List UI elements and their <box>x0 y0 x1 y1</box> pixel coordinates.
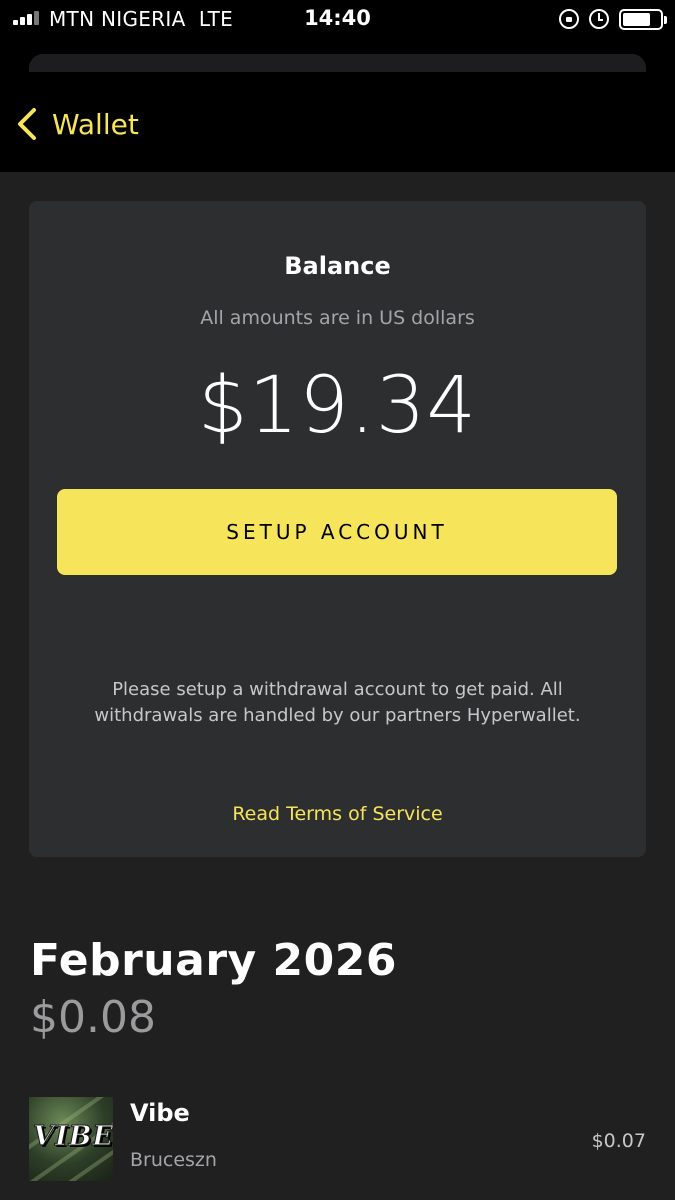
balance-card: Balance All amounts are in US dollars $1… <box>29 201 646 857</box>
month-title: February 2026 <box>30 935 397 986</box>
battery-icon <box>619 8 667 30</box>
status-icons <box>559 7 667 31</box>
balance-amount: $19.34 <box>198 361 477 451</box>
back-button[interactable]: Wallet <box>14 102 139 146</box>
track-artist: Bruceszn <box>130 1149 217 1171</box>
track-cover-image: VIBE <box>29 1097 113 1181</box>
terms-of-service-link[interactable]: Read Terms of Service <box>29 803 646 825</box>
rotation-lock-icon <box>559 9 579 29</box>
list-item[interactable]: VIBE Vibe Bruceszn $0.07 <box>29 1097 646 1181</box>
month-total: $0.08 <box>30 992 156 1043</box>
back-label: Wallet <box>52 107 139 141</box>
setup-account-button[interactable]: SETUP ACCOUNT <box>57 489 617 575</box>
sheet-edge <box>29 54 646 72</box>
navigation-bar: Wallet <box>0 38 675 172</box>
track-earning-amount: $0.07 <box>591 1130 646 1152</box>
balance-currency-note: All amounts are in US dollars <box>200 307 475 329</box>
status-bar: MTN NIGERIA LTE 14:40 <box>0 0 675 38</box>
alarm-icon <box>589 9 609 29</box>
balance-title: Balance <box>284 252 391 280</box>
withdrawal-info-text: Please setup a withdrawal account to get… <box>94 679 581 726</box>
track-title: Vibe <box>130 1099 190 1127</box>
chevron-left-icon <box>18 108 36 140</box>
cover-art-text: VIBE <box>33 1121 113 1153</box>
